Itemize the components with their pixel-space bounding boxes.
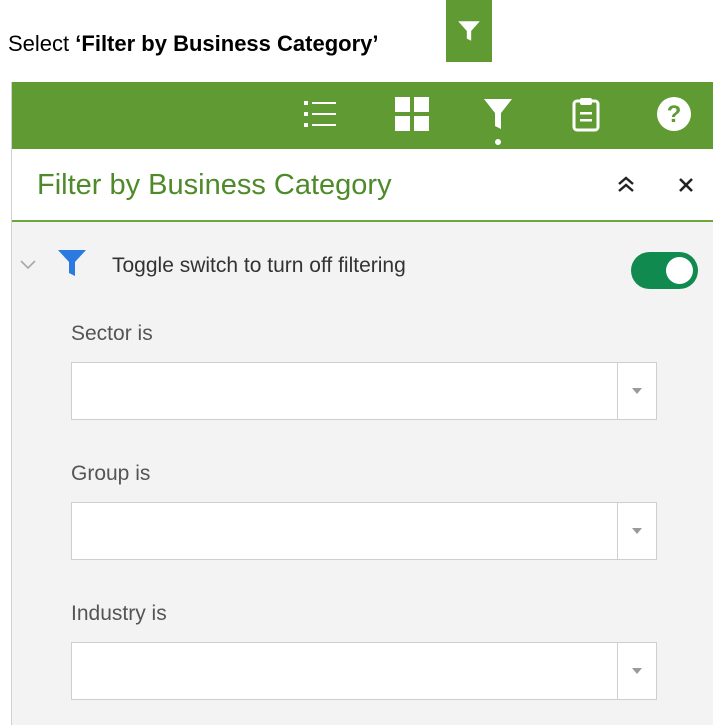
filter-row: Toggle switch to turn off filtering bbox=[12, 238, 713, 298]
industry-select[interactable] bbox=[71, 642, 657, 700]
filter-icon[interactable] bbox=[476, 92, 520, 136]
filter-toggle[interactable] bbox=[631, 252, 698, 289]
caret-down-icon bbox=[632, 388, 642, 394]
close-icon[interactable] bbox=[670, 169, 702, 201]
industry-dropdown-button[interactable] bbox=[617, 643, 656, 699]
widget-frame: ? Filter by Business Category Toggle swi… bbox=[11, 82, 713, 725]
toggle-knob bbox=[666, 257, 693, 284]
grid-icon[interactable] bbox=[390, 92, 434, 136]
industry-label: Industry is bbox=[71, 602, 167, 625]
filter-icon bbox=[446, 0, 492, 62]
caret-down-icon bbox=[632, 668, 642, 674]
chevron-down-icon[interactable] bbox=[18, 254, 38, 274]
group-select[interactable] bbox=[71, 502, 657, 560]
clipboard-icon[interactable] bbox=[564, 92, 608, 136]
list-icon[interactable] bbox=[298, 92, 342, 136]
group-label: Group is bbox=[71, 462, 151, 485]
toolbar: ? bbox=[12, 82, 713, 149]
instruction-target: ‘Filter by Business Category’ bbox=[75, 31, 379, 56]
instruction-text: Select ‘Filter by Business Category’ bbox=[8, 24, 378, 64]
filter-icon bbox=[58, 250, 86, 276]
active-indicator bbox=[495, 139, 501, 145]
instruction-prefix: Select bbox=[8, 31, 70, 56]
panel-header: Filter by Business Category bbox=[12, 149, 713, 222]
filter-label: Toggle switch to turn off filtering bbox=[112, 254, 406, 277]
caret-down-icon bbox=[632, 528, 642, 534]
group-dropdown-button[interactable] bbox=[617, 503, 656, 559]
help-icon[interactable]: ? bbox=[652, 92, 696, 136]
sector-dropdown-button[interactable] bbox=[617, 363, 656, 419]
sector-select[interactable] bbox=[71, 362, 657, 420]
sector-label: Sector is bbox=[71, 322, 153, 345]
double-chevron-up-icon[interactable] bbox=[610, 169, 642, 201]
panel-title: Filter by Business Category bbox=[37, 169, 392, 201]
svg-text:?: ? bbox=[667, 101, 682, 128]
